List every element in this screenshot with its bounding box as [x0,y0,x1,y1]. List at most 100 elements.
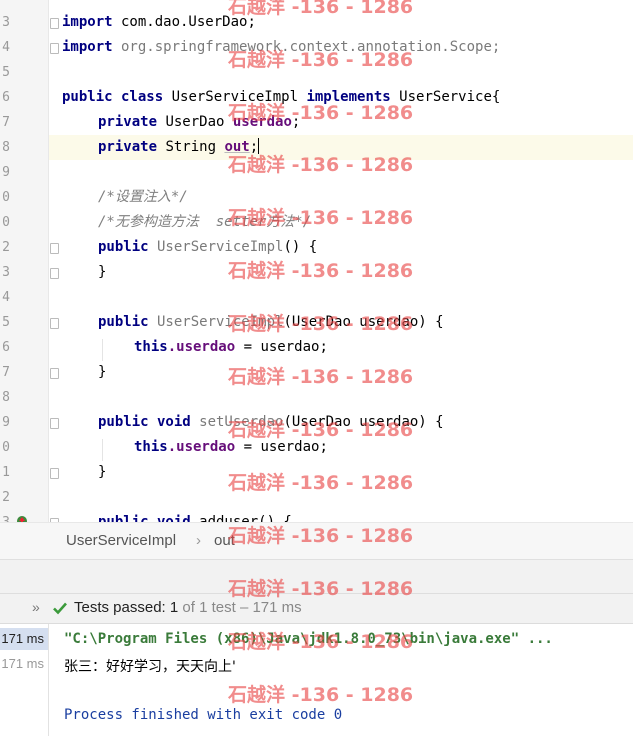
test-status-bar: » Tests passed: 1 of 1 test – 171 ms [0,593,633,624]
comment-line[interactable]: /*无参构造方法 setter方法*/ [98,210,311,235]
code-line[interactable]: } [98,260,106,285]
breadcrumb-member[interactable]: out [214,532,235,549]
code-text: = userdao; [235,439,328,455]
line-number: 2 [2,240,10,255]
console-exit-line: Process finished with exit code 0 [64,707,343,723]
fold-marker[interactable] [50,468,59,479]
line-number: 7 [2,115,10,130]
code-text: ; [291,114,301,130]
keyword: import [62,39,113,55]
keyword: public [98,314,149,330]
line-number: 6 [2,90,10,105]
code-line[interactable]: } [98,460,106,485]
line-number: 0 [2,190,10,205]
method-name: setUserdao [190,414,284,430]
fold-marker[interactable] [50,318,59,329]
code-line[interactable]: public void setUserdao(UserDao userdao) … [98,410,444,435]
line-number: 7 [2,365,10,380]
code-line[interactable]: public UserServiceImpl() { [98,235,317,260]
keyword: implements [306,89,391,105]
keyword: public class [62,89,164,105]
double-chevron-icon[interactable]: » [32,599,40,615]
current-line-highlight [0,135,633,160]
panel-divider[interactable] [0,559,633,594]
check-icon [53,602,67,615]
line-number: 1 [2,465,10,480]
test-status-text: Tests passed: 1 of 1 test – 171 ms [74,599,302,616]
keyword: public void [98,514,191,522]
breadcrumb-separator: › [196,532,201,549]
code-text: () { [283,239,318,255]
fold-marker[interactable] [50,268,59,279]
fold-marker[interactable] [50,243,59,254]
keyword: public [98,239,149,255]
code-editor[interactable]: 3 4 5 6 7 8 9 0 0 2 3 4 5 6 7 8 9 0 1 2 … [0,0,633,522]
run-console[interactable]: 171 ms 171 ms "C:\Program Files (x86)\Ja… [0,623,633,736]
field-name: out [224,139,250,155]
breadcrumb: UserServiceImpl › out [0,522,633,560]
console-command-line: "C:\Program Files (x86)\Java\jdk1.8.0_73… [64,631,553,647]
code-text: (UserDao userdao) { [283,314,444,330]
line-number: 4 [2,290,10,305]
code-line[interactable]: import com.dao.UserDao; [62,10,256,35]
test-duration[interactable]: 171 ms [0,656,44,671]
field-name: .userdao [167,439,236,455]
gutter-divider [48,0,49,522]
line-number: 3 [2,265,10,280]
field-name: userdao [232,114,292,130]
keyword: import [62,14,113,30]
code-line[interactable]: public void adduser() { [98,510,292,522]
line-number: 9 [2,165,10,180]
code-line[interactable]: import org.springframework.context.annot… [62,35,500,60]
breadcrumb-class[interactable]: UserServiceImpl [66,532,176,549]
field-name: .userdao [167,339,236,355]
class-name: UserServiceImpl [163,89,307,105]
unused-import-text: org.springframework.context.annotation.S… [112,39,501,55]
line-number: 0 [2,215,10,230]
line-number: 8 [2,390,10,405]
tests-passed-count: 1 [169,599,179,616]
code-line[interactable]: this.userdao = userdao; [134,335,328,360]
line-number: 3 [0,510,10,522]
code-text: = userdao; [235,339,328,355]
code-line[interactable]: public class UserServiceImpl implements … [62,85,500,110]
keyword: private [98,139,158,155]
console-output-line: 张三：好好学习，天天向上' [64,659,236,675]
text-caret [258,138,260,154]
code-text: com.dao.UserDao; [112,14,256,30]
code-line[interactable]: this.userdao = userdao; [134,435,328,460]
keyword: private [98,114,158,130]
tests-total-text: of 1 test – 171 ms [182,599,302,616]
code-line-current[interactable]: private String out; [98,135,260,160]
fold-marker[interactable] [50,368,59,379]
method-name: UserServiceImpl [148,239,284,255]
code-line[interactable]: public UserServiceImpl(UserDao userdao) … [98,310,444,335]
line-number: 0 [2,440,10,455]
code-text: adduser() { [190,514,292,522]
line-number: 9 [2,415,10,430]
line-number: 4 [2,40,10,55]
keyword: this [134,439,168,455]
test-duration[interactable]: 171 ms [0,631,44,646]
tests-passed-label: Tests passed: [74,599,166,616]
line-number: 2 [2,490,10,505]
line-number: 8 [2,140,10,155]
code-text: UserService{ [390,89,501,105]
fold-marker[interactable] [50,418,59,429]
line-number: 5 [2,65,10,80]
line-number: 6 [2,340,10,355]
comment-line[interactable]: /*设置注入*/ [98,185,188,210]
fold-marker[interactable] [50,18,59,29]
keyword: this [134,339,168,355]
indent-guide [102,439,103,461]
line-number: 5 [2,315,10,330]
code-line[interactable]: private UserDao userdao; [98,110,300,135]
line-number: 3 [2,15,10,30]
fold-marker[interactable] [50,43,59,54]
code-line[interactable]: } [98,360,106,385]
code-text: ; [249,139,259,155]
type-name: String [157,139,225,155]
implements-method-icon[interactable] [16,515,28,522]
code-text: (UserDao userdao) { [283,414,444,430]
indent-guide [102,339,103,361]
